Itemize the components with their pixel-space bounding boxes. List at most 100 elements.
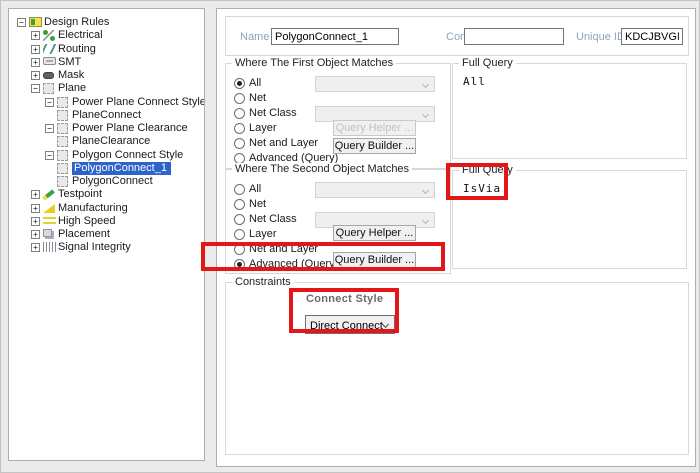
tree-item-polygonconnect[interactable]: PolygonConnect: [9, 175, 204, 188]
tree-item-label: Polygon Connect Style: [72, 149, 183, 162]
first-match-net-dropdown[interactable]: [315, 76, 435, 92]
annotation-full-query-highlight: [446, 163, 508, 200]
expand-icon[interactable]: +: [31, 243, 40, 252]
tree-item-power-plane-connect-style[interactable]: − Power Plane Connect Style: [9, 96, 204, 109]
annotation-advanced-query-highlight: [201, 242, 445, 271]
expand-icon[interactable]: +: [31, 190, 40, 199]
high-speed-icon: [43, 217, 56, 226]
second-query-helper-button[interactable]: Query Helper ...: [333, 225, 416, 241]
tree-item-mask[interactable]: + Mask: [9, 69, 204, 82]
rule-identity-box: Name Comment Unique ID: [225, 16, 689, 56]
radio-layer[interactable]: Layer: [234, 121, 277, 135]
rule-type-icon: [57, 123, 68, 134]
rule-icon: [57, 176, 68, 187]
rules-tree-panel: −Design Rules+Electrical+Routing+SMT+Mas…: [8, 8, 205, 461]
testpoint-icon: [43, 189, 55, 201]
radio-net[interactable]: Net: [234, 197, 266, 211]
tree-item-label: Power Plane Connect Style: [72, 96, 205, 109]
name-input[interactable]: [271, 28, 399, 45]
tree-item-signal-integrity[interactable]: + Signal Integrity: [9, 241, 204, 254]
collapse-icon[interactable]: −: [45, 151, 54, 160]
signal-integrity-icon: [43, 242, 56, 252]
name-label: Name: [240, 30, 269, 44]
tree-item-electrical[interactable]: +Electrical: [9, 29, 204, 42]
rule-icon: [57, 110, 68, 121]
radio-label: Net and Layer: [249, 137, 318, 149]
tree-item-label: Placement: [58, 228, 110, 241]
radio-net-and-layer[interactable]: Net and Layer: [234, 136, 318, 150]
expand-icon[interactable]: +: [31, 71, 40, 80]
tree-item-routing[interactable]: + Routing: [9, 43, 204, 56]
radio-net-class[interactable]: Net Class: [234, 106, 297, 120]
design-rules-icon: [29, 17, 42, 27]
collapse-icon[interactable]: −: [45, 124, 54, 133]
first-query-helper-button[interactable]: Query Helper ...: [333, 120, 416, 136]
chevron-down-icon: [422, 187, 429, 194]
manufacturing-icon: [43, 204, 55, 213]
radio-button-icon: [234, 108, 245, 119]
tree-item-power-plane-clearance[interactable]: −Power Plane Clearance: [9, 122, 204, 135]
plane-icon: [43, 83, 54, 94]
tree-item-label: PlaneClearance: [72, 135, 150, 148]
tree-item-label: Mask: [58, 69, 84, 82]
radio-label: All: [249, 77, 261, 89]
radio-button-icon: [234, 78, 245, 89]
routing-icon: [43, 44, 56, 54]
first-object-matches-group: Where The First Object Matches AllNetNet…: [225, 63, 451, 169]
expand-icon[interactable]: +: [31, 217, 40, 226]
tree-item-smt[interactable]: + SMT: [9, 56, 204, 69]
expand-icon[interactable]: +: [31, 230, 40, 239]
annotation-connect-style-highlight: [289, 288, 399, 333]
expand-icon[interactable]: +: [31, 45, 40, 54]
collapse-icon[interactable]: −: [45, 98, 54, 107]
collapse-icon[interactable]: −: [31, 84, 40, 93]
tree-item-planeconnect[interactable]: PlaneConnect: [9, 109, 204, 122]
tree-item-polygonconnect-1[interactable]: PolygonConnect_1: [9, 162, 204, 175]
placement-icon: [43, 229, 52, 237]
full-query-first-text: All: [463, 75, 486, 88]
radio-label: Net Class: [249, 213, 297, 225]
full-query-first-box: Full Query All: [452, 63, 687, 159]
radio-button-icon: [234, 153, 245, 164]
tree-item-label: Signal Integrity: [58, 241, 131, 254]
tree-item-label: Design Rules: [44, 16, 109, 29]
radio-layer[interactable]: Layer: [234, 227, 277, 241]
chevron-down-icon: [422, 81, 429, 88]
tree-item-polygon-connect-style[interactable]: − Polygon Connect Style: [9, 149, 204, 162]
tree-item-placement[interactable]: + Placement: [9, 228, 204, 241]
radio-all[interactable]: All: [234, 182, 261, 196]
radio-net[interactable]: Net: [234, 91, 266, 105]
tree-item-plane[interactable]: −Plane: [9, 82, 204, 95]
tree-item-label: PlaneConnect: [72, 109, 141, 122]
electrical-icon: [43, 30, 55, 41]
expand-icon[interactable]: +: [31, 58, 40, 67]
radio-net-class[interactable]: Net Class: [234, 212, 297, 226]
radio-label: Net: [249, 198, 266, 210]
tree-item-testpoint[interactable]: + Testpoint: [9, 188, 204, 201]
rule-editor-panel: Name Comment Unique ID Where The First O…: [216, 8, 696, 467]
rule-icon: [57, 136, 68, 147]
collapse-icon[interactable]: −: [17, 18, 26, 27]
tree-item-label: PolygonConnect_1: [72, 162, 171, 175]
mask-icon: [43, 72, 54, 79]
rule-icon: [57, 163, 68, 174]
radio-all[interactable]: All: [234, 76, 261, 90]
expand-icon[interactable]: +: [31, 31, 40, 40]
constraints-title: Constraints: [232, 276, 294, 288]
tree-item-label: Routing: [58, 43, 96, 56]
expand-icon[interactable]: +: [31, 204, 40, 213]
tree-item-design-rules[interactable]: − Design Rules: [9, 16, 204, 29]
tree-item-label: High Speed: [58, 215, 116, 228]
tree-item-label: SMT: [58, 56, 81, 69]
tree-item-label: Testpoint: [58, 188, 102, 201]
unique-id-input[interactable]: [621, 28, 683, 45]
tree-item-planeclearance[interactable]: PlaneClearance: [9, 135, 204, 148]
radio-button-icon: [234, 93, 245, 104]
unique-id-label: Unique ID: [576, 30, 625, 44]
tree-item-high-speed[interactable]: + High Speed: [9, 215, 204, 228]
radio-button-icon: [234, 199, 245, 210]
second-match-net-dropdown[interactable]: [315, 182, 435, 198]
comment-input[interactable]: [464, 28, 564, 45]
tree-item-manufacturing[interactable]: +Manufacturing: [9, 202, 204, 215]
first-query-builder-button[interactable]: Query Builder ...: [333, 138, 416, 154]
